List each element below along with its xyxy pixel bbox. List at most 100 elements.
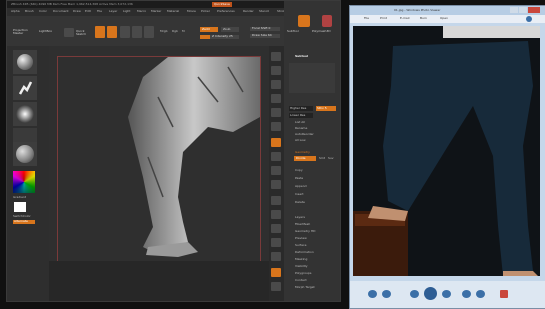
help-icon[interactable]: [526, 16, 532, 22]
next-icon[interactable]: [442, 290, 451, 298]
menu-item-movie[interactable]: Movie: [187, 10, 196, 13]
solo-button[interactable]: [271, 282, 281, 291]
zoom-button[interactable]: [271, 94, 281, 103]
delete-icon[interactable]: [500, 290, 508, 298]
menu-item-light[interactable]: Light: [123, 10, 131, 13]
zsub-button[interactable]: Zsub: [221, 27, 239, 32]
rotate-button[interactable]: [144, 26, 154, 38]
polyf-button[interactable]: [271, 252, 281, 261]
menu-item-alpha[interactable]: Alpha: [11, 10, 20, 13]
tray-row-fibermesh[interactable]: FiberMesh: [295, 223, 310, 226]
edit-button[interactable]: [95, 26, 105, 38]
draw-size-slider[interactable]: Draw Size 64: [250, 34, 280, 38]
menu-burn[interactable]: Burn: [420, 17, 427, 20]
menu-item-render[interactable]: Render: [243, 10, 254, 13]
tray-row-delete[interactable]: Delete: [295, 201, 305, 204]
move-view-button[interactable]: [271, 210, 281, 219]
alpha-thumbnail[interactable]: [13, 102, 37, 126]
rgb-button[interactable]: Rgb: [172, 30, 178, 33]
menu-print[interactable]: Print: [380, 17, 387, 20]
z-intensity-slider[interactable]: Z Intensity 25: [200, 35, 239, 39]
tray-row-copy[interactable]: Copy: [295, 169, 303, 172]
bpr-button[interactable]: [271, 52, 281, 61]
menu-item-macro[interactable]: Macro: [137, 10, 146, 13]
menu-open[interactable]: Open: [440, 17, 448, 20]
material-thumbnail[interactable]: [13, 142, 37, 166]
higher-res-button[interactable]: Higher Res: [289, 106, 313, 111]
tray-row-list-all[interactable]: List All: [295, 121, 305, 124]
local-button[interactable]: [271, 166, 281, 175]
spix-button[interactable]: [271, 66, 281, 75]
menu-item-file[interactable]: File: [97, 10, 102, 13]
subtool-title[interactable]: Subtool: [295, 55, 308, 58]
scroll-button[interactable]: [271, 80, 281, 89]
projection-master-button[interactable]: Projection Master: [13, 29, 31, 35]
zadd-button[interactable]: Zadd: [200, 27, 218, 32]
lower-res-button[interactable]: Lower Res: [289, 113, 313, 118]
menu-item-stencil[interactable]: Stencil: [259, 10, 269, 13]
persp-button[interactable]: [271, 138, 281, 147]
tray-row-rename[interactable]: Rename: [295, 127, 307, 130]
menu-item-layer[interactable]: Layer: [109, 10, 117, 13]
frame-button[interactable]: [271, 196, 281, 205]
gradient-label[interactable]: Gradient: [13, 196, 26, 199]
xyz-button[interactable]: [271, 180, 281, 189]
scale-button[interactable]: [132, 26, 142, 38]
menu-item-material[interactable]: Material: [167, 10, 179, 13]
rotate-left-icon[interactable]: [462, 290, 471, 298]
menu-item-draw[interactable]: Draw: [73, 10, 81, 13]
menu-email[interactable]: E-mail: [400, 17, 409, 20]
color-picker[interactable]: [13, 171, 35, 193]
aahalf-button[interactable]: [271, 122, 281, 131]
lightbox-button[interactable]: LightBox: [39, 30, 52, 33]
scale-view-button[interactable]: [271, 224, 281, 233]
alternate-button[interactable]: Alternate: [13, 220, 35, 224]
divide-button[interactable]: Divide: [294, 156, 316, 161]
tray-row-append[interactable]: Append: [295, 185, 307, 188]
sdiv-slider[interactable]: SDiv 5: [316, 106, 336, 111]
focal-shift-slider[interactable]: Focal Shift 0: [250, 27, 280, 31]
mrgb-button[interactable]: Mrgb: [160, 30, 168, 33]
rotate-view-button[interactable]: [271, 238, 281, 247]
subtool-preview-icon[interactable]: [298, 15, 310, 27]
tray-row-deformation[interactable]: Deformation: [295, 251, 314, 254]
menu-item-edit[interactable]: Edit: [85, 10, 91, 13]
menu-item-brush[interactable]: Brush: [25, 10, 34, 13]
tray-row-contact[interactable]: Contact: [295, 279, 307, 282]
close-icon[interactable]: [528, 7, 540, 13]
transp-button[interactable]: [271, 268, 281, 277]
tray-row-insert[interactable]: Insert: [295, 193, 304, 196]
floor-button[interactable]: [271, 152, 281, 161]
tray-row-all-low[interactable]: All Low: [295, 139, 306, 142]
maximize-icon[interactable]: [519, 7, 527, 13]
quick-save-button[interactable]: QuickSave: [212, 2, 232, 7]
suv-toggle[interactable]: Suv: [328, 157, 334, 160]
menu-file[interactable]: File: [364, 17, 369, 20]
draw-button[interactable]: [107, 26, 117, 38]
actual-size-icon[interactable]: [382, 290, 391, 298]
subtool-list[interactable]: [289, 63, 335, 93]
tray-row-geometry-header[interactable]: Geometry: [295, 151, 310, 154]
tray-row-paste[interactable]: Paste: [295, 177, 303, 180]
previous-icon[interactable]: [410, 290, 419, 298]
slideshow-icon[interactable]: [424, 287, 437, 300]
brush-thumbnail[interactable]: [13, 50, 37, 74]
quick-sketch-icon[interactable]: [64, 28, 74, 37]
menu-item-preferences[interactable]: Preferences: [217, 10, 235, 13]
tray-row-masking[interactable]: Masking: [295, 258, 307, 261]
simplebrush-icon[interactable]: [322, 15, 332, 27]
tray-row-morph-target[interactable]: Morph Target: [295, 286, 315, 289]
zoom-icon[interactable]: [368, 290, 377, 298]
pants-sculpt-model[interactable]: [58, 57, 260, 262]
menu-item-picker[interactable]: Picker: [201, 10, 210, 13]
tray-row-autoreorder[interactable]: AutoReorder: [295, 133, 314, 136]
main-color-swatch[interactable]: [14, 202, 26, 212]
tray-row-geometry-hd[interactable]: Geometry HD: [295, 230, 315, 233]
tray-row-preview[interactable]: Preview: [295, 237, 307, 240]
tray-row-polygroups[interactable]: Polygroups: [295, 272, 311, 275]
tray-row-surface[interactable]: Surface: [295, 244, 306, 247]
rotate-right-icon[interactable]: [476, 290, 485, 298]
minimize-icon[interactable]: [510, 7, 518, 13]
move-button[interactable]: [120, 26, 130, 38]
actual-button[interactable]: [271, 108, 281, 117]
